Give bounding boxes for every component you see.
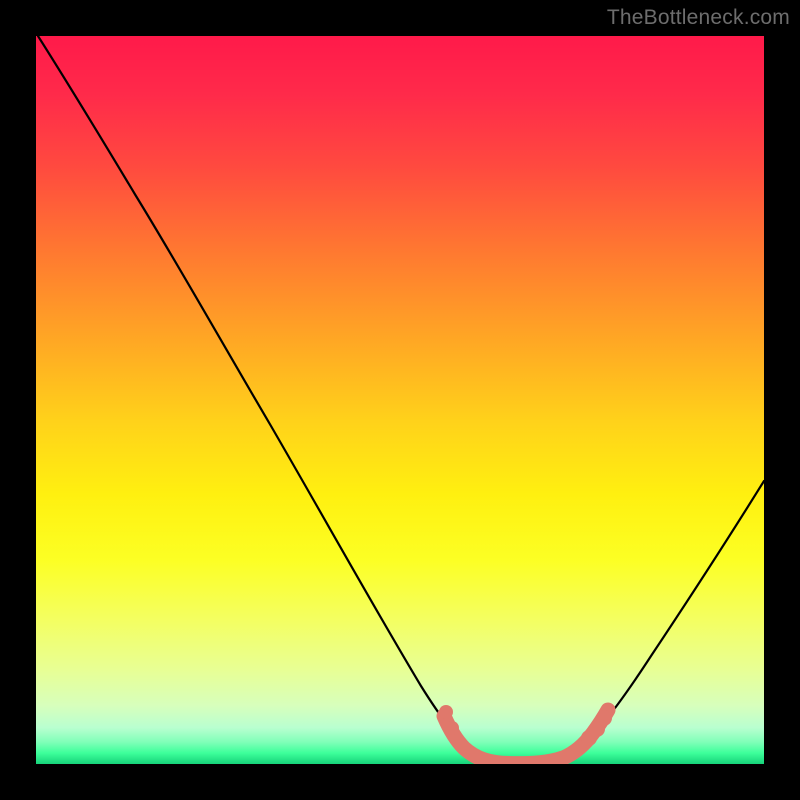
watermark-text: TheBottleneck.com <box>607 6 790 30</box>
chart-stage: TheBottleneck.com <box>0 0 800 800</box>
plot-area <box>36 36 764 764</box>
bottleneck-curve <box>38 36 764 763</box>
chart-svg <box>36 36 764 764</box>
